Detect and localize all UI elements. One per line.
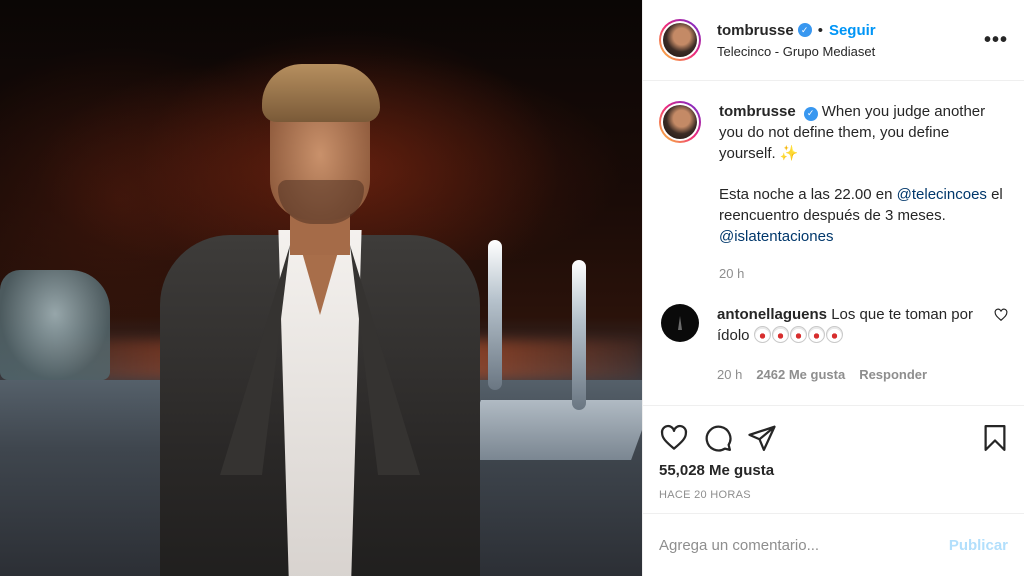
photo-person [150,60,490,576]
post-side-panel: tombrusse ✓ • Seguir Telecinco - Grupo M… [642,0,1024,576]
person-hair [262,64,380,122]
post-likes-count[interactable]: 55,028 Me gusta [643,458,1024,479]
avatar-figure-icon [678,316,682,330]
commenter-username[interactable]: antonellaguens [717,306,827,323]
action-bar [643,406,1024,458]
mention-link[interactable]: @telecincoes [897,186,987,203]
sparkle-emoji-icon: ✨ [779,145,799,162]
photo-lamp-post [488,240,502,390]
comment-like-heart-icon[interactable] [994,308,1008,322]
commenter-avatar[interactable] [661,304,699,342]
verified-badge-icon: ✓ [803,106,818,121]
author-avatar[interactable] [659,19,701,61]
publish-button[interactable]: Publicar [949,537,1008,554]
post-timestamp[interactable]: HACE 20 HORAS [643,479,1024,501]
comment-icon[interactable] [703,423,733,453]
follow-button[interactable]: Seguir [829,22,876,39]
reply-button[interactable]: Responder [859,364,927,385]
caption-username[interactable]: tombrusse [719,103,796,120]
bookmark-icon[interactable] [980,423,1010,453]
caption-timestamp[interactable]: 20 h [719,263,1008,284]
post-caption: tombrusse ✓ When you judge another you do … [659,101,1008,284]
separator-dot: • [817,21,823,39]
post-photo[interactable] [0,0,642,576]
instagram-post: tombrusse ✓ • Seguir Telecinco - Grupo M… [0,0,1024,576]
mention-link[interactable]: @islatentaciones [719,228,833,245]
photo-lamp-post [572,260,586,410]
post-location[interactable]: Telecinco - Grupo Mediaset [717,44,984,59]
caption-text-2: Esta noche a las 22.00 en [719,186,897,203]
clown-face-emoji-icon [753,326,844,344]
author-username[interactable]: tombrusse [717,22,794,39]
heart-icon[interactable] [659,423,689,453]
avatar-image [663,105,697,139]
comments-section[interactable]: tombrusse ✓ When you judge another you do … [643,81,1024,406]
paper-plane-icon[interactable] [747,423,777,453]
add-comment-form: Publicar [643,513,1024,576]
comment-input[interactable] [659,536,949,554]
avatar-image [663,23,697,57]
comment-likes[interactable]: 2462 Me gusta [756,364,845,385]
verified-badge-icon: ✓ [797,23,812,37]
photo-bush [0,270,110,380]
comment-item: antonellaguens Los que te toman por ídol… [659,304,1008,385]
caption-avatar[interactable] [659,101,701,143]
post-header: tombrusse ✓ • Seguir Telecinco - Grupo M… [643,0,1024,81]
more-options-icon[interactable]: ••• [984,29,1008,52]
comment-timestamp[interactable]: 20 h [717,364,742,385]
